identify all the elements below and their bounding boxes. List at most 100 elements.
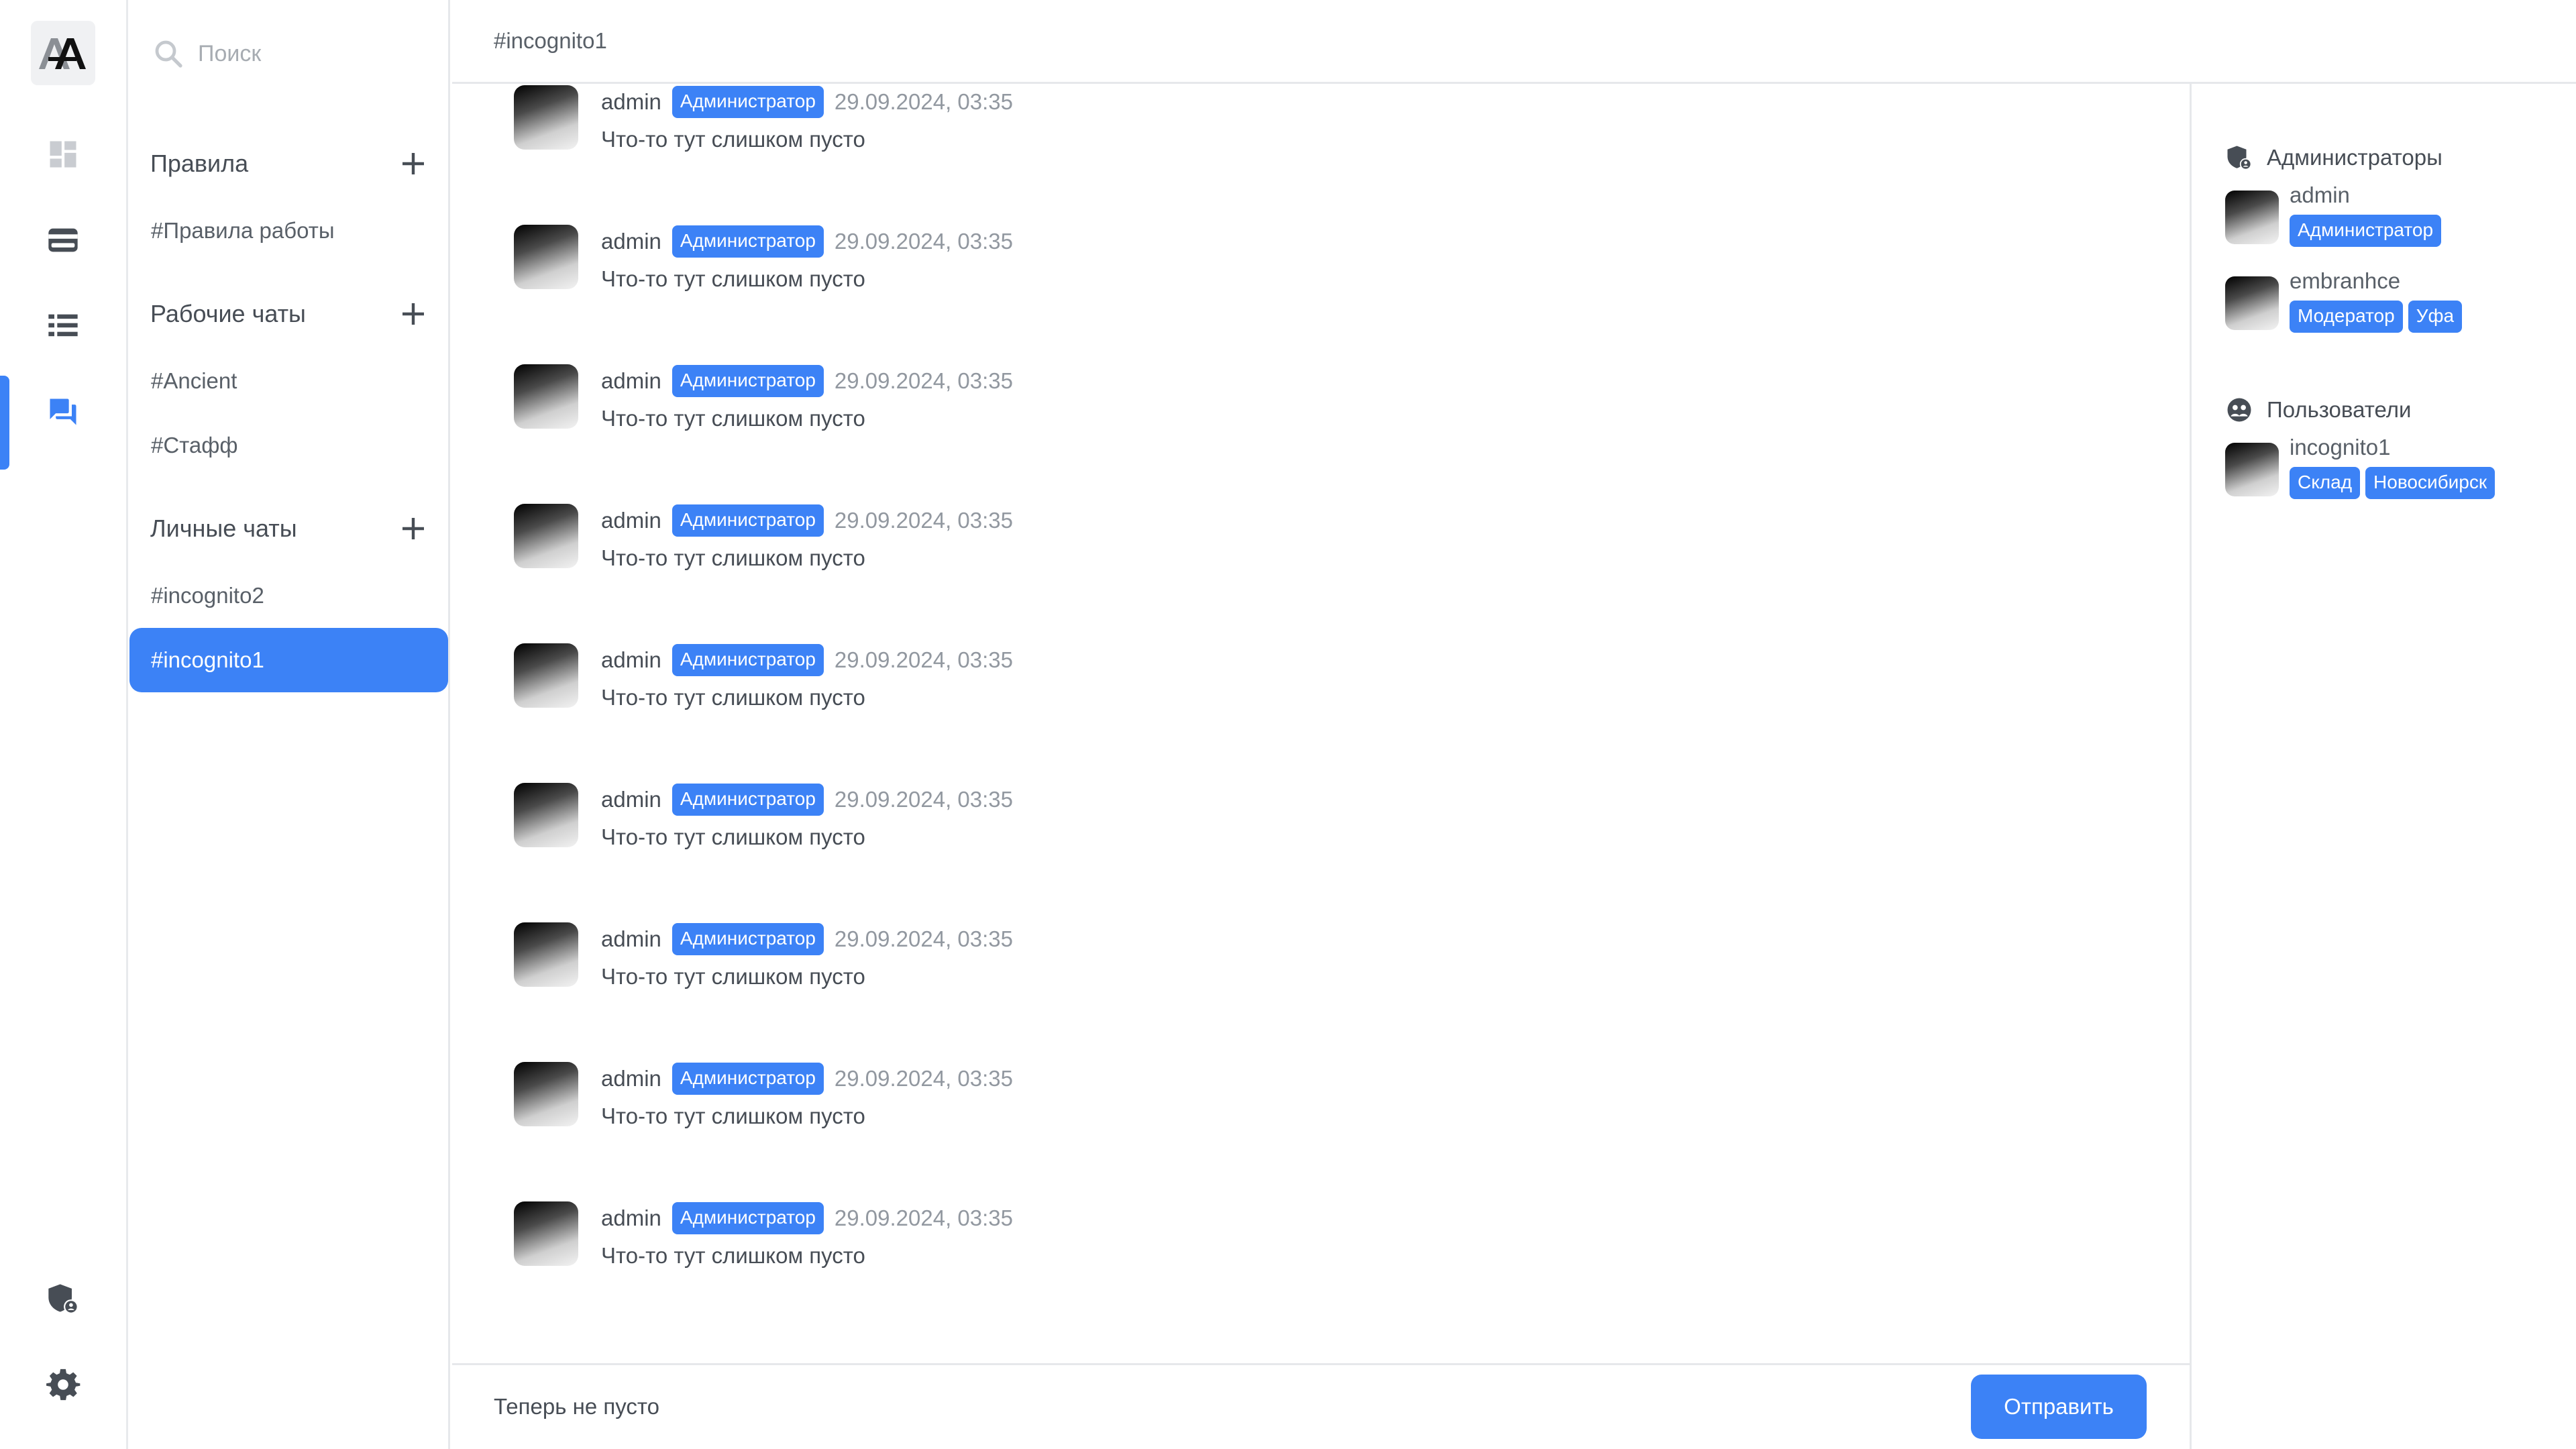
group-header-rules: Правила [150,144,432,184]
nav-rail [0,0,128,1449]
member-item[interactable]: incognito1 Склад Новосибирск [2225,435,2561,508]
avatar[interactable] [2225,191,2279,244]
message-meta: admin Администратор 29.09.2024, 03:35 [601,922,1013,956]
message-author[interactable]: admin [601,1205,661,1231]
app-logo[interactable] [31,21,95,85]
search-input[interactable] [198,40,413,67]
nav-list[interactable] [0,286,126,366]
channel-item[interactable]: #Правила работы [129,199,448,263]
message-author[interactable]: admin [601,926,661,952]
add-channel-button[interactable] [394,510,432,547]
channel-item-active[interactable]: #incognito1 [129,628,448,692]
message-author[interactable]: admin [601,787,661,812]
group-title: Правила [150,150,249,177]
member-item[interactable]: embranhce Модератор Уфа [2225,268,2561,342]
message-timestamp: 29.09.2024, 03:35 [834,926,1013,951]
avatar[interactable] [514,364,578,429]
avatar[interactable] [514,504,578,568]
avatar[interactable] [514,1201,578,1266]
group-header-private-chats: Личные чаты [150,508,432,549]
member-name: incognito1 [2290,435,2391,460]
message-item: admin Администратор 29.09.2024, 03:35 Что-т… [514,225,1520,332]
users-icon [2227,398,2251,422]
message-timestamp: 29.09.2024, 03:35 [834,368,1013,393]
message-author[interactable]: admin [601,229,661,254]
message-item: admin Администратор 29.09.2024, 03:35 Что-т… [514,1201,1520,1309]
member-group-header: Пользователи [2225,393,2411,427]
member-name: admin [2290,182,2350,207]
message-author[interactable]: admin [601,647,661,673]
role-badge: Администратор [672,225,824,258]
message-timestamp: 29.09.2024, 03:35 [834,229,1013,254]
message-meta: admin Администратор 29.09.2024, 03:35 [601,643,1013,677]
search-icon [155,40,182,68]
message-item: admin Администратор 29.09.2024, 03:35 Что-т… [514,85,1520,193]
member-name: embranhce [2290,268,2401,293]
message-author[interactable]: admin [601,508,661,533]
message-meta: admin Администратор 29.09.2024, 03:35 [601,225,1013,258]
member-tag: Модератор [2290,301,2403,333]
plus-icon [402,518,424,539]
admin-shield-icon [48,1284,78,1314]
members-panel: Администраторы admin Администратор embranhc… [2190,84,2576,1449]
add-channel-button[interactable] [394,295,432,333]
avatar[interactable] [514,225,578,289]
message-timestamp: 29.09.2024, 03:35 [834,89,1013,114]
search-box[interactable] [152,34,434,74]
message-author[interactable]: admin [601,89,661,115]
send-button[interactable]: Отправить [1971,1375,2147,1439]
role-badge: Администратор [672,784,824,816]
role-badge: Администратор [672,1202,824,1234]
role-badge: Администратор [672,86,824,118]
nav-settings[interactable] [0,1344,126,1425]
avatar[interactable] [514,85,578,150]
dashboard-icon [50,141,76,168]
member-group-title: Администраторы [2267,145,2443,170]
message-text: Что-то тут слишком пусто [601,1104,865,1128]
message-item: admin Администратор 29.09.2024, 03:35 Что-т… [514,922,1520,1030]
message-author[interactable]: admin [601,368,661,394]
channel-item[interactable]: #Ancient [129,349,448,413]
member-tag: Администратор [2290,215,2442,247]
member-tags: Склад Новосибирск [2290,467,2500,499]
add-channel-button[interactable] [394,145,432,182]
channel-item[interactable]: #incognito2 [129,564,448,628]
message-composer: Отправить [452,1363,2192,1449]
channel-item[interactable]: #Стафф [129,413,448,478]
message-meta: admin Администратор 29.09.2024, 03:35 [601,85,1013,119]
nav-dashboard[interactable] [0,114,126,195]
channel-title: #incognito1 [494,28,607,53]
group-title: Рабочие чаты [150,300,306,327]
message-list[interactable]: admin Администратор 29.09.2024, 03:35 Что-т… [452,84,2190,1363]
message-text: Что-то тут слишком пусто [601,1243,865,1268]
message-timestamp: 29.09.2024, 03:35 [834,1066,1013,1091]
message-text: Что-то тут слишком пусто [601,545,865,570]
avatar[interactable] [514,922,578,987]
channel-header: #incognito1 [452,0,2576,84]
avatar[interactable] [2225,443,2279,496]
role-badge: Администратор [672,923,824,955]
nav-wallet[interactable] [0,200,126,280]
nav-admin[interactable] [0,1258,126,1339]
avatar[interactable] [2225,276,2279,330]
avatar[interactable] [514,1062,578,1126]
member-item[interactable]: admin Администратор [2225,182,2561,256]
nav-chat[interactable] [0,372,126,470]
avatar[interactable] [514,783,578,847]
message-meta: admin Администратор 29.09.2024, 03:35 [601,504,1013,537]
message-text: Что-то тут слишком пусто [601,127,865,152]
gear-icon [46,1368,80,1401]
member-tags: Модератор Уфа [2290,301,2467,333]
message-text: Что-то тут слишком пусто [601,266,865,291]
member-tag: Склад [2290,467,2361,499]
message-text: Что-то тут слишком пусто [601,406,865,431]
message-author[interactable]: admin [601,1066,661,1091]
member-tags: Администратор [2290,215,2447,247]
avatar[interactable] [514,643,578,708]
message-meta: admin Администратор 29.09.2024, 03:35 [601,1062,1013,1095]
message-timestamp: 29.09.2024, 03:35 [834,647,1013,672]
message-text: Что-то тут слишком пусто [601,824,865,849]
role-badge: Администратор [672,644,824,676]
message-input[interactable] [494,1385,1970,1428]
message-meta: admin Администратор 29.09.2024, 03:35 [601,1201,1013,1235]
